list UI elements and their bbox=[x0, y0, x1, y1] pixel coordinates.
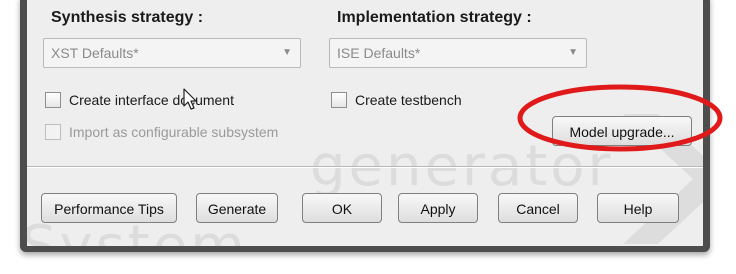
create-testbench-checkbox[interactable]: Create testbench bbox=[331, 92, 462, 108]
create-testbench-label: Create testbench bbox=[355, 92, 462, 108]
apply-button[interactable]: Apply bbox=[398, 193, 478, 223]
chevron-down-icon: ▼ bbox=[568, 47, 578, 58]
performance-tips-button[interactable]: Performance Tips bbox=[41, 193, 177, 223]
cancel-button[interactable]: Cancel bbox=[498, 193, 578, 223]
ok-button[interactable]: OK bbox=[302, 193, 382, 223]
create-interface-document-label: Create interface document bbox=[69, 92, 234, 108]
checkbox-box[interactable] bbox=[45, 92, 61, 108]
help-button[interactable]: Help bbox=[597, 193, 679, 223]
synthesis-strategy-select[interactable]: XST Defaults* ▼ bbox=[43, 38, 301, 68]
import-configurable-subsystem-checkbox: Import as configurable subsystem bbox=[45, 124, 278, 140]
implementation-strategy-select[interactable]: ISE Defaults* ▼ bbox=[329, 38, 587, 68]
button-bar-separator bbox=[27, 166, 703, 168]
import-configurable-subsystem-label: Import as configurable subsystem bbox=[69, 124, 279, 140]
generator-dialog: generator System Synthesis strategy : Im… bbox=[27, 0, 703, 246]
synthesis-strategy-value: XST Defaults* bbox=[51, 45, 139, 61]
generate-button[interactable]: Generate bbox=[196, 193, 278, 223]
implementation-strategy-value: ISE Defaults* bbox=[337, 45, 421, 61]
create-interface-document-checkbox[interactable]: Create interface document bbox=[45, 92, 234, 108]
dialog-window-frame: generator System Synthesis strategy : Im… bbox=[20, 0, 710, 252]
model-upgrade-button[interactable]: Model upgrade... bbox=[552, 116, 692, 146]
checkbox-box bbox=[45, 124, 61, 140]
chevron-down-icon: ▼ bbox=[282, 47, 292, 58]
implementation-strategy-label: Implementation strategy : bbox=[337, 9, 532, 26]
synthesis-strategy-label: Synthesis strategy : bbox=[51, 9, 204, 26]
checkbox-box[interactable] bbox=[331, 92, 347, 108]
